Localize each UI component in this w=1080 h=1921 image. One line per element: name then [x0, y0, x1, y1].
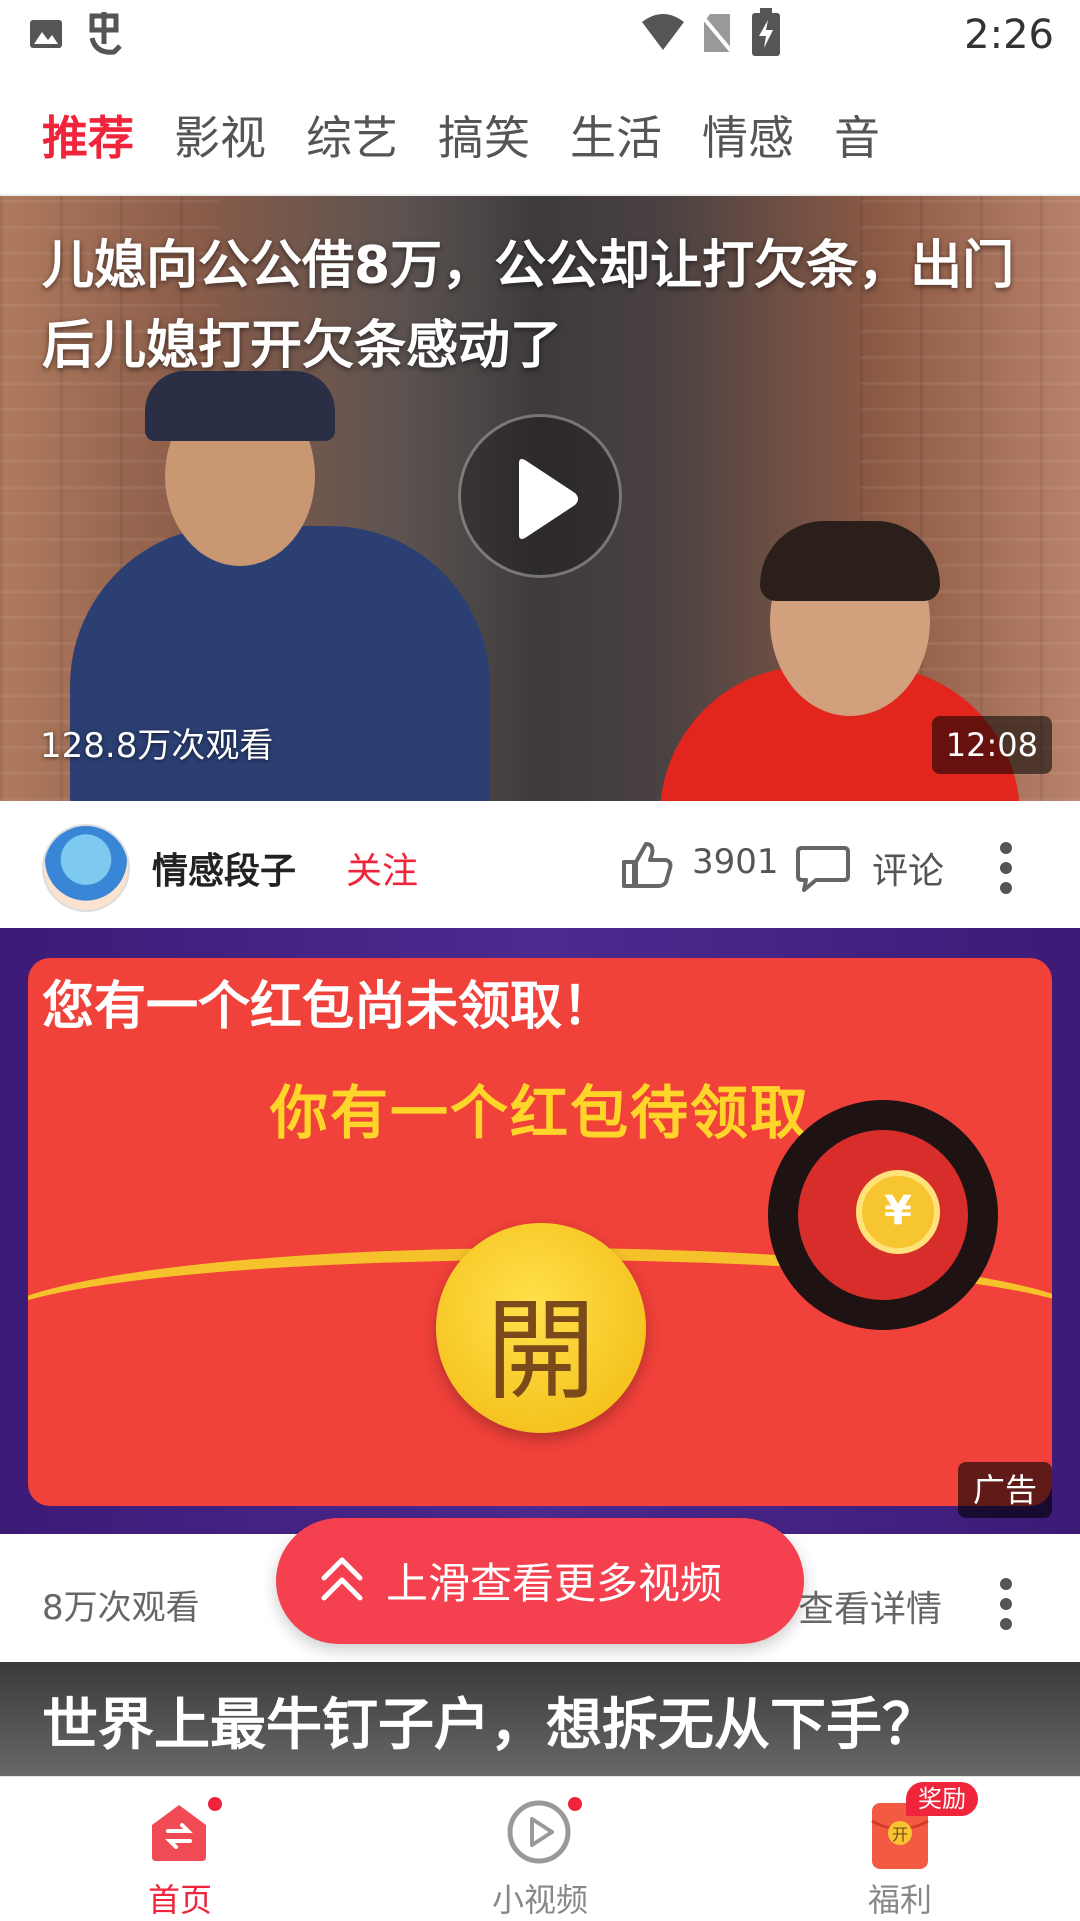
category-tab-bar: 推荐 影视 综艺 搞笑 生活 情感 音	[0, 80, 1080, 196]
video-thumbnail[interactable]: 儿媳向公公借8万，公公却让打欠条，出门后儿媳打开欠条感动了 128.8万次观看 …	[0, 196, 1080, 801]
tab-music[interactable]: 音	[834, 102, 880, 168]
ad-badge: 广告	[958, 1462, 1052, 1518]
ad-title: 您有一个红包尚未领取！	[42, 977, 615, 1037]
comment-button[interactable]: 评论	[872, 842, 944, 894]
next-video-title[interactable]: 世界上最牛钉子户，想拆无从下手？	[42, 1680, 938, 1761]
open-envelope-button[interactable]: 開	[436, 1223, 646, 1433]
wifi-icon	[642, 14, 684, 50]
coin-symbol: ¥	[884, 1188, 912, 1234]
video-meta-row: 情感段子 关注 3901 评论	[0, 802, 1080, 926]
author-name[interactable]: 情感段子	[152, 842, 296, 894]
more-options-icon[interactable]	[996, 1576, 1016, 1632]
comment-icon[interactable]	[796, 844, 850, 892]
red-packet-nav-char: 开	[891, 1825, 908, 1844]
image-icon	[30, 20, 62, 48]
home-icon	[152, 1805, 206, 1861]
nav-short-video-label: 小视频	[491, 1881, 588, 1919]
tab-film-tv[interactable]: 影视	[174, 102, 266, 168]
next-video-thumbnail[interactable]: 世界上最牛钉子户，想拆无从下手？	[0, 1662, 1080, 1782]
play-icon	[519, 459, 578, 539]
tab-variety[interactable]: 综艺	[306, 102, 398, 168]
tab-funny[interactable]: 搞笑	[438, 102, 530, 168]
video-title[interactable]: 儿媳向公公借8万，公公却让打欠条，出门后儿媳打开欠条感动了	[42, 226, 1042, 386]
app-notification-icon	[89, 12, 122, 55]
swipe-up-label: 上滑查看更多视频	[386, 1559, 723, 1608]
nav-welfare[interactable]: 开 福利	[780, 1777, 1020, 1921]
open-char: 開	[486, 1287, 596, 1415]
tab-life[interactable]: 生活	[570, 102, 662, 168]
nav-home-label: 首页	[147, 1881, 212, 1919]
like-count: 3901	[692, 842, 779, 882]
tab-emotion[interactable]: 情感	[702, 102, 794, 168]
nav-home[interactable]: 首页	[60, 1777, 300, 1921]
ad-view-count: 8万次观看	[42, 1588, 200, 1628]
video-duration: 12:08	[931, 716, 1052, 774]
like-icon[interactable]	[620, 840, 674, 890]
red-packet-body: ¥	[798, 1130, 968, 1300]
play-button[interactable]	[458, 414, 622, 578]
more-options-icon[interactable]	[996, 840, 1016, 896]
view-count: 128.8万次观看	[40, 726, 274, 766]
red-packet-icon[interactable]: ¥	[768, 1100, 998, 1330]
short-video-icon	[507, 1800, 571, 1864]
nav-welfare-label: 福利	[867, 1881, 932, 1919]
battery-charging-icon	[752, 8, 780, 56]
coin-icon: ¥	[856, 1170, 940, 1254]
author-avatar[interactable]	[42, 824, 130, 912]
follow-button[interactable]: 关注	[346, 842, 418, 894]
status-bar: 2:26	[0, 0, 1080, 80]
woman-hair	[760, 521, 940, 601]
double-chevron-up-icon	[321, 1557, 363, 1601]
nav-short-video[interactable]: 小视频	[420, 1777, 660, 1921]
swipe-up-prompt[interactable]: 上滑查看更多视频	[276, 1518, 804, 1644]
home-notification-dot	[208, 1797, 222, 1811]
view-details-link[interactable]: 查看详情	[798, 1580, 942, 1632]
tab-recommend[interactable]: 推荐	[42, 102, 134, 168]
no-sim-icon	[700, 14, 734, 54]
reward-badge: 奖励	[906, 1782, 978, 1816]
short-video-notification-dot	[568, 1797, 582, 1811]
status-time: 2:26	[964, 12, 1054, 58]
